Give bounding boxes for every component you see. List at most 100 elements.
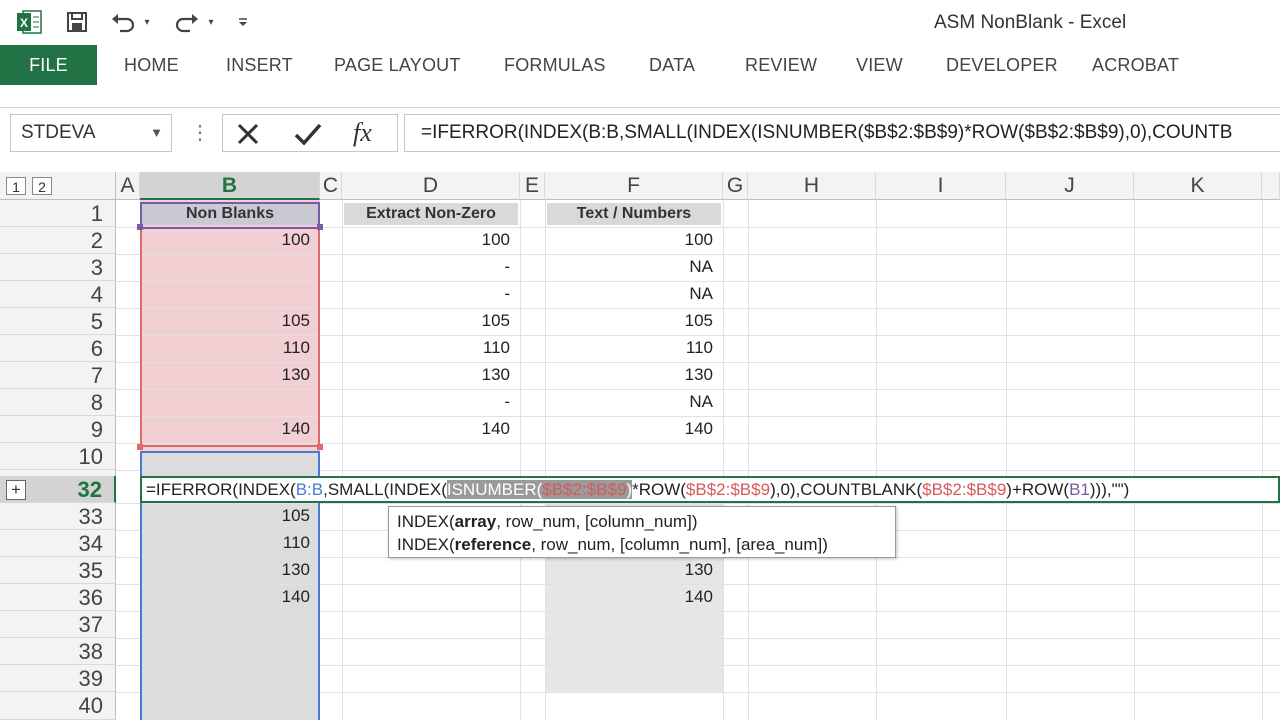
cell-f[interactable]: 140	[545, 587, 723, 607]
ribbon-collapsed-area	[0, 85, 1280, 108]
insert-function-icon[interactable]: fx	[353, 118, 372, 148]
function-tooltip[interactable]: INDEX(array, row_num, [column_num]) INDE…	[388, 506, 896, 558]
cell-f[interactable]: 130	[545, 560, 723, 580]
redo-dropdown-icon[interactable]: ▾	[204, 8, 218, 36]
column-header-j[interactable]: J	[1006, 172, 1134, 200]
row-header[interactable]: 35	[0, 557, 116, 584]
more-options-icon[interactable]: ⋮	[190, 120, 210, 145]
row-header[interactable]: 36	[0, 584, 116, 611]
tooltip-function: INDEX(	[397, 512, 455, 531]
formula-part: *ROW(	[632, 480, 686, 499]
tooltip-syntax-reference[interactable]: INDEX(reference, row_num, [column_num], …	[397, 533, 887, 556]
cell-d[interactable]: 105	[342, 311, 520, 331]
column-header-e[interactable]: E	[520, 172, 545, 200]
tab-developer[interactable]: DEVELOPER	[946, 45, 1058, 85]
enter-check-icon[interactable]	[293, 121, 323, 152]
column-header-k[interactable]: K	[1134, 172, 1262, 200]
row-header[interactable]: 2	[0, 227, 116, 254]
undo-icon[interactable]	[108, 8, 138, 36]
tab-review[interactable]: REVIEW	[745, 45, 817, 85]
cell-f[interactable]: 100	[545, 230, 723, 250]
cell-d[interactable]: 100	[342, 230, 520, 250]
window-title: ASM NonBlank - Excel	[934, 12, 1127, 33]
row-header[interactable]: 38	[0, 638, 116, 665]
row-header[interactable]: 40	[0, 692, 116, 720]
row-header[interactable]: 37	[0, 611, 116, 638]
tab-insert[interactable]: INSERT	[226, 45, 293, 85]
tooltip-current-arg: reference	[454, 535, 532, 554]
customize-toolbar-icon[interactable]	[234, 8, 252, 36]
cell-d[interactable]: 140	[342, 419, 520, 439]
cell-f[interactable]: 110	[545, 338, 723, 358]
row-header[interactable]: 34	[0, 530, 116, 557]
tab-file[interactable]: FILE	[0, 45, 97, 85]
cell-d[interactable]: 110	[342, 338, 520, 358]
row-header[interactable]: 3	[0, 254, 116, 281]
formula-ref: B:B	[295, 480, 324, 499]
range-handle[interactable]	[137, 444, 143, 450]
row-header[interactable]: 39	[0, 665, 116, 692]
redo-icon[interactable]	[172, 8, 202, 36]
cell-d[interactable]: -	[342, 392, 520, 412]
row-header[interactable]: 1	[0, 200, 116, 227]
range-handle[interactable]	[317, 444, 323, 450]
tooltip-args: , row_num, [column_num], [area_num])	[531, 535, 828, 554]
column-header-i[interactable]: I	[876, 172, 1006, 200]
cell-f[interactable]: 105	[545, 311, 723, 331]
row-header[interactable]: 9	[0, 416, 116, 443]
column-header-d[interactable]: D	[342, 172, 520, 200]
tooltip-syntax-array[interactable]: INDEX(array, row_num, [column_num])	[397, 510, 887, 533]
tab-data[interactable]: DATA	[649, 45, 695, 85]
worksheet-grid[interactable]: 1 2 A B C D E F G H I J K 1 2 3 4 5 6 7 …	[0, 172, 1280, 720]
outline-level-2-button[interactable]: 2	[32, 177, 52, 195]
title-bar: X ▾ ▾ ASM NonBlank - Excel	[0, 0, 1280, 45]
tab-page-layout[interactable]: PAGE LAYOUT	[334, 45, 461, 85]
cell-d[interactable]: 130	[342, 365, 520, 385]
tab-view[interactable]: VIEW	[856, 45, 903, 85]
column-header-g[interactable]: G	[723, 172, 748, 200]
row-header[interactable]: 10	[0, 443, 116, 470]
outline-level-1-button[interactable]: 1	[6, 177, 26, 195]
cell-f[interactable]: 140	[545, 419, 723, 439]
formula-part: ),0),COUNTBLANK(	[770, 480, 923, 499]
column-header-b[interactable]: B	[140, 172, 320, 200]
cell-f[interactable]: NA	[545, 284, 723, 304]
gridline	[1134, 200, 1135, 720]
svg-text:X: X	[20, 16, 28, 30]
column-header-f[interactable]: F	[545, 172, 723, 200]
formula-ref: B1	[1069, 480, 1090, 499]
row-header[interactable]: 33	[0, 503, 116, 530]
cell-d[interactable]: -	[342, 284, 520, 304]
cell-f[interactable]: 130	[545, 365, 723, 385]
tab-formulas[interactable]: FORMULAS	[504, 45, 606, 85]
name-box[interactable]: STDEVA ▼	[10, 114, 172, 152]
save-icon[interactable]	[62, 8, 92, 36]
range-handle[interactable]	[137, 224, 143, 230]
column-header-next[interactable]	[1262, 172, 1280, 200]
undo-dropdown-icon[interactable]: ▾	[140, 8, 154, 36]
outline-expand-button[interactable]: +	[6, 480, 26, 500]
chevron-down-icon[interactable]: ▼	[150, 115, 163, 151]
formula-part: ))),"")	[1089, 480, 1130, 499]
header-cell-text-numbers[interactable]: Text / Numbers	[547, 203, 721, 225]
header-cell-extract-non-zero[interactable]: Extract Non-Zero	[344, 203, 518, 225]
formula-bar-input[interactable]: =IFERROR(INDEX(B:B,SMALL(INDEX(ISNUMBER(…	[404, 114, 1280, 152]
range-handle[interactable]	[317, 224, 323, 230]
cell-f[interactable]: NA	[545, 257, 723, 277]
row-header[interactable]: 4	[0, 281, 116, 308]
column-header-h[interactable]: H	[748, 172, 876, 200]
row-header[interactable]: 5	[0, 308, 116, 335]
tab-acrobat[interactable]: ACROBAT	[1092, 45, 1179, 85]
row-header[interactable]: 8	[0, 389, 116, 416]
formula-highlight: ISNUMBER($B$2:$B$9)	[446, 480, 633, 499]
row-header[interactable]: 6	[0, 335, 116, 362]
cell-edit-input[interactable]: =IFERROR(INDEX(B:B,SMALL(INDEX(ISNUMBER(…	[140, 476, 1280, 503]
row-header[interactable]: 7	[0, 362, 116, 389]
cancel-icon[interactable]	[235, 121, 261, 152]
column-header-a[interactable]: A	[116, 172, 140, 200]
cell-d[interactable]: -	[342, 257, 520, 277]
column-header-c[interactable]: C	[320, 172, 342, 200]
tab-home[interactable]: HOME	[124, 45, 179, 85]
gridline	[545, 200, 546, 720]
cell-f[interactable]: NA	[545, 392, 723, 412]
